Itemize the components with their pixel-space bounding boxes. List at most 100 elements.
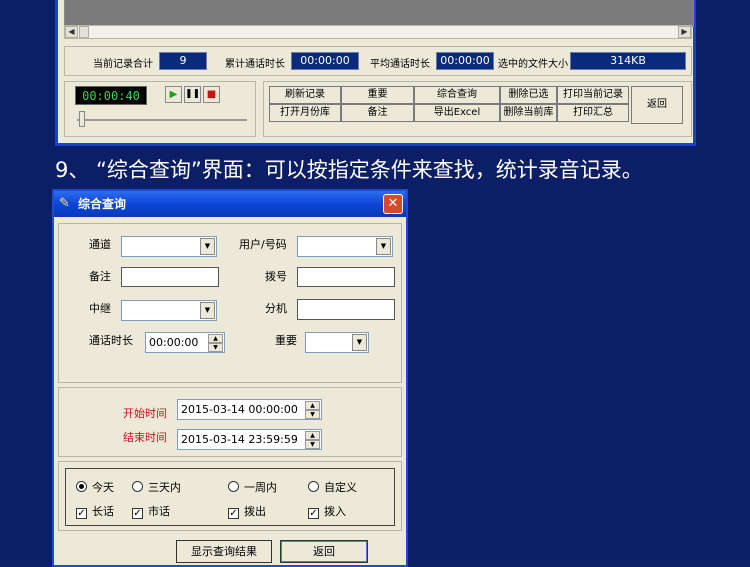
- radio-icon: [132, 481, 143, 492]
- delete-current-lib-button[interactable]: 删除当前库: [500, 104, 557, 122]
- checkmark-icon: ✓: [308, 508, 319, 519]
- scroll-right-icon[interactable]: ▶: [678, 26, 691, 38]
- checkmark-icon: ✓: [76, 508, 87, 519]
- records-list[interactable]: [64, 0, 694, 27]
- radio-three-days[interactable]: 三天内: [132, 481, 181, 495]
- spin-down-icon[interactable]: ▼: [305, 440, 320, 449]
- total-records-label: 当前记录合计: [93, 59, 153, 70]
- checkbox-long-distance[interactable]: ✓ 长话: [76, 505, 114, 519]
- section-heading: 9、 “综合查询”界面：可以按指定条件来查找，统计录音记录。: [55, 158, 643, 182]
- total-duration-value: 00:00:00: [291, 52, 359, 70]
- chevron-down-icon[interactable]: ▼: [352, 334, 367, 351]
- app-icon: ✎: [59, 196, 70, 211]
- end-time-value: 2015-03-14 23:59:59: [181, 433, 298, 446]
- spin-up-icon[interactable]: ▲: [305, 401, 320, 410]
- channel-select[interactable]: ▼: [121, 236, 217, 257]
- checkmark-icon: ✓: [228, 508, 239, 519]
- time-range-group: 开始时间 2015-03-14 00:00:00 ▲ ▼ 结束时间 2015-0…: [58, 387, 402, 457]
- checkbox-local-label: 市话: [148, 505, 170, 518]
- checkbox-outgoing[interactable]: ✓ 拨出: [228, 505, 266, 519]
- start-time-value: 2015-03-14 00:00:00: [181, 403, 298, 416]
- duration-value: 00:00:00: [149, 336, 199, 349]
- extension-label: 分机: [265, 302, 287, 315]
- options-group: 今天 三天内 一周内 自定义 ✓ 长话 ✓ 市话 ✓ 拨出 ✓ 拨入: [58, 461, 402, 531]
- playback-time: 00:00:40: [75, 86, 147, 105]
- export-excel-button[interactable]: 导出Excel: [414, 104, 500, 122]
- spin-down-icon[interactable]: ▼: [305, 410, 320, 419]
- show-results-button[interactable]: 显示查询结果: [176, 540, 272, 563]
- scroll-thumb[interactable]: [79, 26, 89, 38]
- print-summary-button[interactable]: 打印汇总: [557, 104, 629, 122]
- refresh-button[interactable]: 刷新记录: [269, 86, 341, 104]
- extension-input[interactable]: [297, 299, 395, 320]
- important-button[interactable]: 重要: [341, 86, 414, 104]
- trunk-label: 中继: [89, 302, 111, 315]
- options-inner-frame: 今天 三天内 一周内 自定义 ✓ 长话 ✓ 市话 ✓ 拨出 ✓ 拨入: [65, 468, 395, 526]
- spin-up-icon[interactable]: ▲: [305, 431, 320, 440]
- toolbar-buttons: 刷新记录 重要 综合查询 删除已选 打印当前记录 返回 打开月份库 备注 导出E…: [263, 81, 692, 137]
- note-label: 备注: [89, 270, 111, 283]
- radio-one-week[interactable]: 一周内: [228, 481, 277, 495]
- important-label: 重要: [275, 334, 297, 347]
- dial-label: 拨号: [265, 270, 287, 283]
- play-icon[interactable]: ▶: [165, 86, 182, 103]
- radio-one-week-label: 一周内: [244, 481, 277, 494]
- dial-input[interactable]: [297, 267, 395, 287]
- duration-label: 通话时长: [89, 334, 133, 347]
- checkbox-local[interactable]: ✓ 市话: [132, 505, 170, 519]
- open-month-button[interactable]: 打开月份库: [269, 104, 341, 122]
- total-duration-label: 累计通话时长: [225, 59, 285, 70]
- note-input[interactable]: [121, 267, 219, 287]
- start-time-spinner[interactable]: 2015-03-14 00:00:00 ▲ ▼: [177, 399, 322, 420]
- radio-icon: [308, 481, 319, 492]
- total-records-value: 9: [159, 52, 207, 70]
- checkbox-incoming-label: 拨入: [324, 505, 346, 518]
- channel-label: 通道: [89, 238, 111, 251]
- chevron-down-icon[interactable]: ▼: [376, 238, 391, 255]
- print-current-button[interactable]: 打印当前记录: [557, 86, 629, 104]
- stats-bar: 当前记录合计 9 累计通话时长 00:00:00 平均通话时长 00:00:00…: [64, 46, 692, 76]
- checkbox-incoming[interactable]: ✓ 拨入: [308, 505, 346, 519]
- back-button[interactable]: 返回: [631, 86, 683, 124]
- filter-fields-group: 通道 ▼ 用户/号码 ▼ 备注 拨号 中继 ▼ 分机 通话时长 00:00:00…: [58, 223, 402, 383]
- radio-today-label: 今天: [92, 481, 114, 494]
- duration-spinner[interactable]: 00:00:00 ▲ ▼: [145, 332, 225, 353]
- radio-custom-label: 自定义: [324, 481, 357, 494]
- spin-down-icon[interactable]: ▼: [208, 343, 223, 352]
- horizontal-scrollbar[interactable]: ◀ ▶: [64, 25, 692, 39]
- note-button[interactable]: 备注: [341, 104, 414, 122]
- playback-slider-thumb[interactable]: [79, 111, 85, 127]
- radio-custom[interactable]: 自定义: [308, 481, 357, 495]
- query-button[interactable]: 综合查询: [414, 86, 500, 104]
- dialog-back-button[interactable]: 返回: [280, 540, 368, 563]
- user-number-select[interactable]: ▼: [297, 236, 393, 257]
- chevron-down-icon[interactable]: ▼: [200, 238, 215, 255]
- close-icon[interactable]: ✕: [383, 194, 403, 214]
- delete-selected-button[interactable]: 删除已选: [500, 86, 557, 104]
- radio-three-days-label: 三天内: [148, 481, 181, 494]
- trunk-select[interactable]: ▼: [121, 300, 217, 321]
- user-number-label: 用户/号码: [239, 238, 287, 251]
- main-window: ◀ ▶ 当前记录合计 9 累计通话时长 00:00:00 平均通话时长 00:0…: [55, 0, 696, 146]
- query-dialog: ✎ 综合查询 ✕ 通道 ▼ 用户/号码 ▼ 备注 拨号 中继 ▼ 分机 通话时长…: [52, 189, 408, 567]
- avg-duration-value: 00:00:00: [436, 52, 494, 70]
- stop-icon[interactable]: ■: [203, 86, 220, 103]
- chevron-down-icon[interactable]: ▼: [200, 302, 215, 319]
- checkbox-outgoing-label: 拨出: [244, 505, 266, 518]
- checkbox-long-distance-label: 长话: [92, 505, 114, 518]
- pause-icon[interactable]: ❚❚: [184, 86, 201, 103]
- scroll-left-icon[interactable]: ◀: [65, 26, 78, 38]
- file-size-value: 314KB: [570, 52, 686, 70]
- dialog-titlebar[interactable]: ✎ 综合查询 ✕: [54, 191, 406, 217]
- radio-icon: [228, 481, 239, 492]
- avg-duration-label: 平均通话时长: [370, 59, 430, 70]
- checkmark-icon: ✓: [132, 508, 143, 519]
- important-select[interactable]: ▼: [305, 332, 369, 353]
- file-size-label: 选中的文件大小: [498, 59, 568, 70]
- end-time-spinner[interactable]: 2015-03-14 23:59:59 ▲ ▼: [177, 429, 322, 450]
- radio-selected-icon: [76, 481, 87, 492]
- start-time-label: 开始时间: [123, 407, 167, 420]
- radio-today[interactable]: 今天: [76, 481, 114, 495]
- spin-up-icon[interactable]: ▲: [208, 334, 223, 343]
- playback-slider-track[interactable]: [77, 119, 247, 121]
